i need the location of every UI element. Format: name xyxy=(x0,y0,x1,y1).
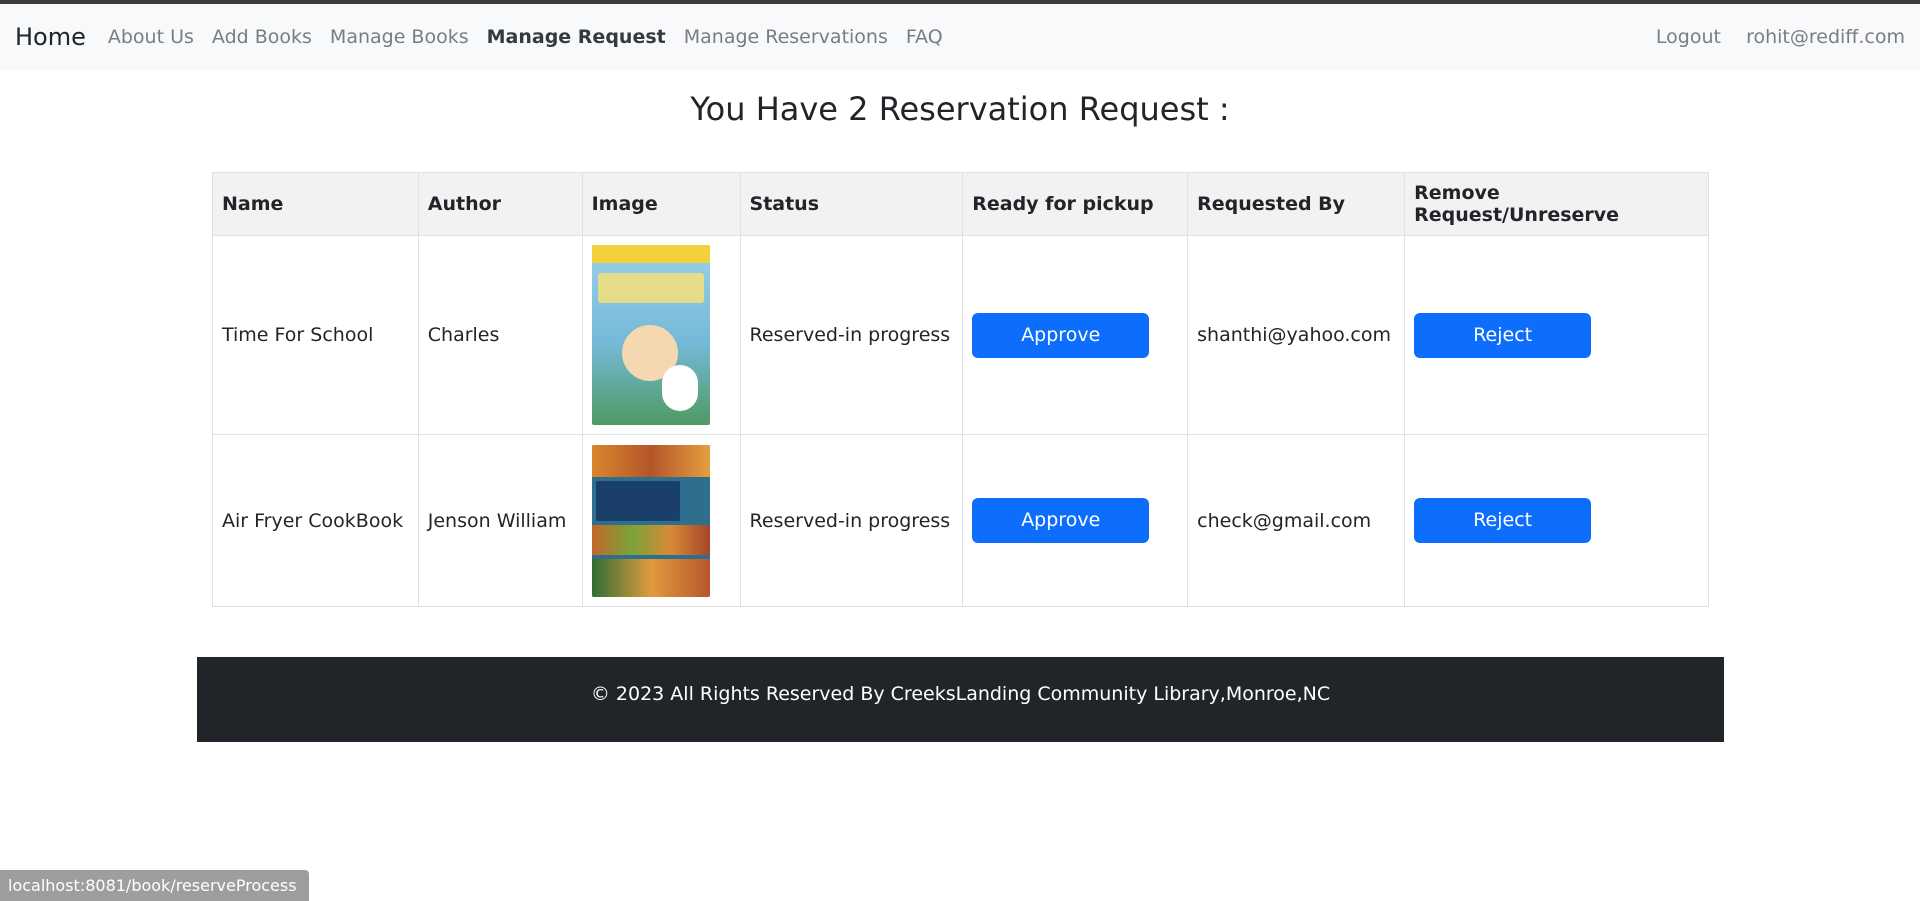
header-image: Image xyxy=(581,172,741,236)
footer-copyright-text: © 2023 All Rights Reserved By CreeksLand… xyxy=(590,682,1331,705)
nav-about-us-link[interactable]: About Us xyxy=(108,26,194,48)
page-footer: © 2023 All Rights Reserved By CreeksLand… xyxy=(197,657,1724,742)
approve-button[interactable]: Approve xyxy=(972,498,1150,543)
browser-status-bar: localhost:8081/book/reserveProcess xyxy=(0,870,309,901)
header-remove-request: Remove Request/Unreserve xyxy=(1404,172,1709,236)
cell-book-name: Time For School xyxy=(212,235,419,435)
cell-ready-for-pickup: Approve xyxy=(962,434,1189,607)
cover-title-shape xyxy=(597,273,704,303)
cell-remove-request: Reject xyxy=(1404,434,1709,607)
nav-user-email-link[interactable]: rohit@rediff.com xyxy=(1746,26,1905,48)
header-status: Status xyxy=(739,172,964,236)
cell-author: Jenson William xyxy=(417,434,583,607)
nav-manage-reservations-link[interactable]: Manage Reservations xyxy=(684,26,888,48)
cell-remove-request: Reject xyxy=(1404,235,1709,435)
header-author: Author xyxy=(417,172,583,236)
cell-requested-by: shanthi@yahoo.com xyxy=(1187,235,1406,435)
cell-status: Reserved-in progress xyxy=(739,434,964,607)
cell-book-name: Air Fryer CookBook xyxy=(212,434,419,607)
reject-button[interactable]: Reject xyxy=(1414,312,1592,358)
cell-status: Reserved-in progress xyxy=(739,235,964,435)
reservation-requests-table: Name Author Image Status Ready for picku… xyxy=(212,172,1709,607)
cell-requested-by: check@gmail.com xyxy=(1187,434,1406,607)
cell-author: Charles xyxy=(417,235,583,435)
nav-logout-link[interactable]: Logout xyxy=(1656,26,1721,48)
nav-right-group: Logout rohit@rediff.com xyxy=(1636,26,1905,48)
header-ready-for-pickup: Ready for pickup xyxy=(962,172,1189,236)
cover-food-strip xyxy=(591,444,710,477)
table-row: Time For School Charles Reserved-in prog… xyxy=(212,235,1709,435)
cell-ready-for-pickup: Approve xyxy=(962,235,1189,435)
cover-food-strip xyxy=(591,524,710,555)
page-heading: You Have 2 Reservation Request : xyxy=(690,90,1230,128)
nav-add-books-link[interactable]: Add Books xyxy=(212,26,312,48)
header-requested-by: Requested By xyxy=(1187,172,1406,236)
cover-dog-shape xyxy=(661,365,698,411)
cell-image xyxy=(581,434,741,607)
nav-manage-request-link[interactable]: Manage Request xyxy=(487,26,666,48)
reject-button[interactable]: Reject xyxy=(1414,498,1592,543)
approve-button[interactable]: Approve xyxy=(972,312,1150,358)
cover-food-strip xyxy=(591,558,710,597)
nav-home-link[interactable]: Home xyxy=(15,23,86,51)
table-header-row: Name Author Image Status Ready for picku… xyxy=(212,172,1709,236)
cover-title-shape xyxy=(595,480,680,521)
cover-banner-shape xyxy=(591,245,710,263)
table-row: Air Fryer CookBook Jenson William Reserv… xyxy=(212,434,1709,607)
header-name: Name xyxy=(212,172,419,236)
navbar: Home About Us Add Books Manage Books Man… xyxy=(0,4,1920,70)
book-cover-air-fryer xyxy=(591,444,710,597)
nav-faq-link[interactable]: FAQ xyxy=(906,26,943,48)
cell-image xyxy=(581,235,741,435)
book-cover-charlie-brown xyxy=(591,245,710,425)
nav-manage-books-link[interactable]: Manage Books xyxy=(330,26,469,48)
